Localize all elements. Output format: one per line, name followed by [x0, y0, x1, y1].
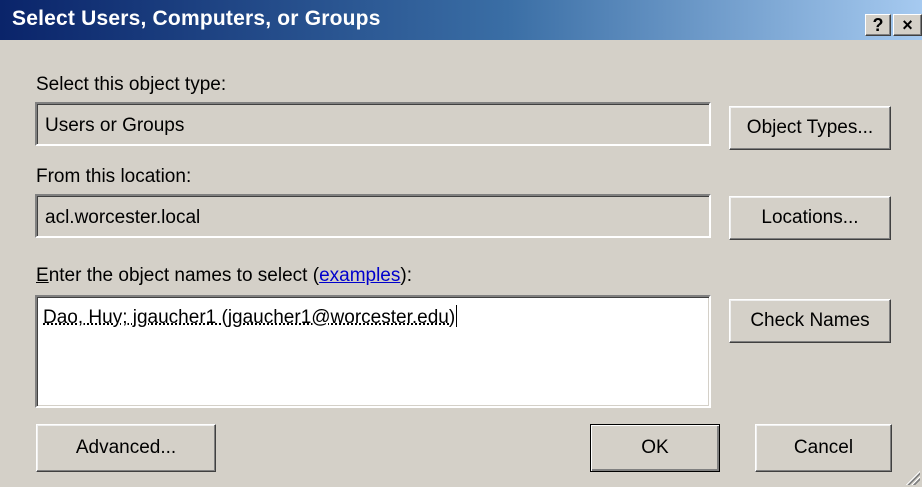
object-type-field: Users or Groups	[35, 102, 711, 146]
ok-button[interactable]: OK	[590, 424, 720, 472]
close-button[interactable]: ×	[893, 14, 922, 36]
window-title: Select Users, Computers, or Groups	[12, 7, 381, 30]
object-type-value: Users or Groups	[45, 115, 185, 136]
help-button[interactable]: ?	[865, 14, 891, 36]
object-type-label: Select this object type:	[36, 74, 227, 95]
resize-grip[interactable]	[904, 469, 920, 485]
examples-link[interactable]: examples	[319, 265, 400, 286]
cancel-button[interactable]: Cancel	[755, 424, 892, 472]
object-names-textarea[interactable]: Dao, Huy; jgaucher1 (jgaucher1@worcester…	[35, 295, 711, 408]
advanced-button-label: Advanced...	[75, 437, 177, 458]
location-label: From this location:	[36, 166, 192, 187]
location-field: acl.worcester.local	[35, 194, 711, 238]
object-names-value: Dao, Huy; jgaucher1 (jgaucher1@worcester…	[43, 305, 458, 329]
object-types-button-label: Object Types...	[746, 117, 874, 138]
names-label-prefix: nter the object names to select (	[48, 265, 320, 286]
names-label-suffix: ):	[400, 265, 412, 286]
locations-button[interactable]: Locations...	[729, 196, 891, 240]
names-label: Enter the object names to select (exampl…	[36, 265, 412, 287]
text-cursor	[456, 305, 458, 327]
object-types-button[interactable]: Object Types...	[729, 106, 891, 150]
location-value: acl.worcester.local	[45, 207, 201, 228]
cancel-button-label: Cancel	[793, 437, 854, 458]
names-label-accelerator: E	[36, 265, 49, 286]
object-names-text: Dao, Huy; jgaucher1 (jgaucher1@worcester…	[43, 307, 456, 328]
advanced-button[interactable]: Advanced...	[36, 424, 216, 472]
ok-button-label: OK	[641, 437, 669, 458]
locations-button-label: Locations...	[761, 207, 859, 228]
check-names-button[interactable]: Check Names	[729, 299, 891, 343]
check-names-button-label: Check Names	[750, 310, 870, 331]
title-bar[interactable]: Select Users, Computers, or Groups ? ×	[0, 0, 922, 40]
